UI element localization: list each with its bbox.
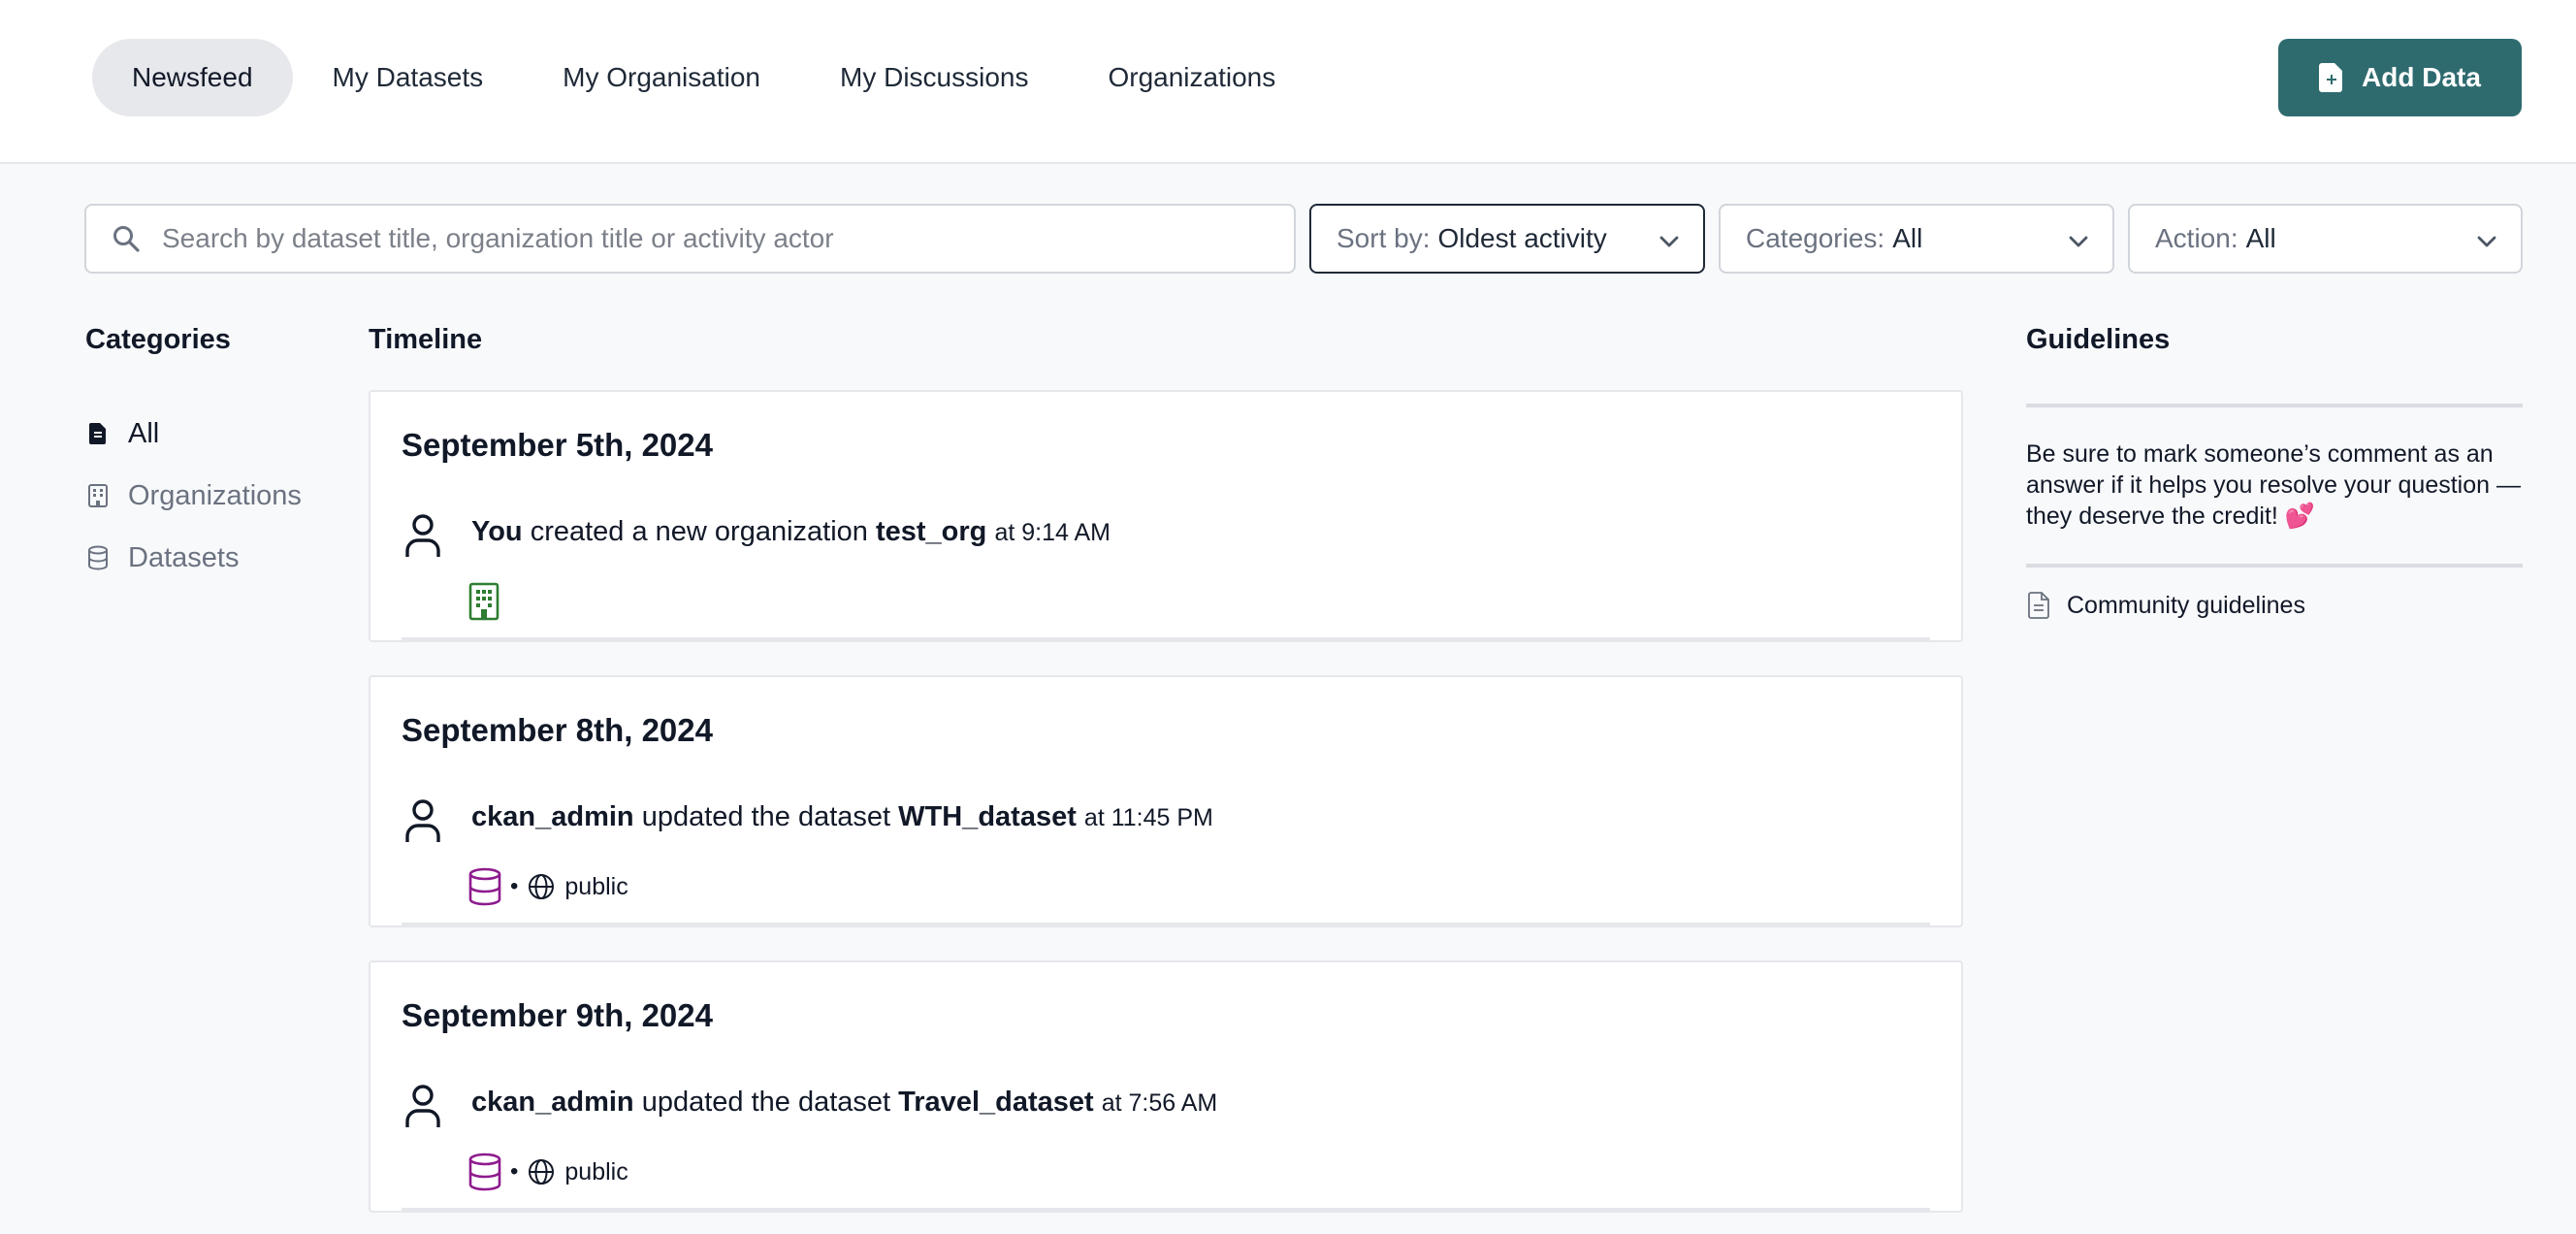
timeline-card: September 5th, 2024 You created a new or… — [369, 390, 1963, 642]
globe-icon — [529, 874, 555, 899]
category-list: All Organizations Datasets — [85, 403, 302, 589]
category-organizations[interactable]: Organizations — [85, 465, 302, 527]
chevron-down-icon — [1659, 236, 1679, 247]
guidelines-divider — [2026, 404, 2523, 407]
nav-tab-my-organisation[interactable]: My Organisation — [523, 39, 800, 116]
search-icon — [113, 226, 140, 252]
file-plus-icon — [2319, 63, 2343, 92]
main-nav: Newsfeed My Datasets My Organisation My … — [92, 39, 1315, 116]
community-guidelines-link[interactable]: Community guidelines — [2028, 591, 2305, 620]
dataset-icon — [468, 867, 501, 906]
sort-dropdown[interactable]: Sort by: Oldest activity — [1309, 204, 1705, 274]
sort-value: Oldest activity — [1437, 223, 1607, 253]
timeline-card: September 8th, 2024 ckan_admin updated t… — [369, 675, 1963, 927]
action-key: Action: — [2155, 223, 2238, 253]
document-icon — [2028, 592, 2049, 619]
activity-meta: • public — [467, 867, 628, 906]
activity-line: ckan_admin updated the dataset Travel_da… — [471, 1087, 1217, 1119]
timeline-date: September 5th, 2024 — [402, 427, 713, 463]
dataset-icon — [468, 1153, 501, 1191]
activity-verb: updated the dataset — [641, 801, 891, 832]
timeline-card: September 9th, 2024 ckan_admin updated t… — [369, 960, 1963, 1213]
activity-time: at 11:45 PM — [1083, 804, 1213, 831]
activity-meta: • public — [467, 1153, 628, 1191]
activity-verb: created a new organization — [530, 516, 868, 547]
sort-key: Sort by: — [1336, 223, 1431, 253]
timeline-heading: Timeline — [369, 324, 483, 355]
search-input[interactable] — [162, 223, 1277, 254]
category-all[interactable]: All — [85, 403, 302, 465]
card-divider — [402, 923, 1930, 926]
timeline-date: September 9th, 2024 — [402, 997, 713, 1033]
activity-meta — [467, 582, 500, 621]
meta-bullet: • — [510, 1158, 519, 1185]
timeline-date: September 8th, 2024 — [402, 712, 713, 748]
action-value: All — [2245, 223, 2276, 253]
activity-object[interactable]: test_org — [876, 516, 986, 547]
activity-time: at 7:56 AM — [1101, 1089, 1218, 1117]
user-icon — [405, 1085, 440, 1127]
visibility-label: public — [564, 872, 628, 900]
guidelines-heading: Guidelines — [2026, 324, 2171, 355]
activity-object[interactable]: Travel_dataset — [898, 1087, 1094, 1118]
activity-verb: updated the dataset — [641, 1087, 891, 1118]
categories-dropdown[interactable]: Categories: All — [1719, 204, 2114, 274]
category-label: All — [128, 417, 160, 449]
activity-line: ckan_admin updated the dataset WTH_datas… — [471, 801, 1213, 833]
guidelines-text: Be sure to mark someone’s comment as an … — [2026, 440, 2521, 530]
user-icon — [405, 514, 440, 557]
category-label: Organizations — [128, 479, 302, 511]
search-box — [84, 204, 1296, 274]
meta-bullet: • — [510, 873, 519, 899]
activity-line: You created a new organization test_org … — [471, 516, 1111, 548]
user-icon — [405, 799, 440, 842]
organization-icon — [468, 582, 499, 621]
card-divider — [402, 1208, 1930, 1211]
action-dropdown[interactable]: Action: All — [2128, 204, 2523, 274]
category-label: Datasets — [128, 541, 240, 573]
building-icon — [88, 484, 108, 507]
add-data-button[interactable]: Add Data — [2278, 39, 2522, 116]
categories-value: All — [1892, 223, 1923, 253]
categories-heading: Categories — [85, 324, 231, 355]
activity-actor[interactable]: ckan_admin — [471, 801, 634, 832]
nav-tab-newsfeed[interactable]: Newsfeed — [92, 39, 293, 116]
category-datasets[interactable]: Datasets — [85, 527, 302, 589]
activity-object[interactable]: WTH_dataset — [898, 801, 1077, 832]
chevron-down-icon — [2069, 236, 2088, 247]
nav-tab-my-datasets[interactable]: My Datasets — [293, 39, 524, 116]
nav-tab-organizations[interactable]: Organizations — [1068, 39, 1315, 116]
categories-key: Categories: — [1746, 223, 1885, 253]
file-icon — [89, 423, 106, 444]
activity-actor[interactable]: You — [471, 516, 523, 547]
globe-icon — [529, 1159, 555, 1185]
card-divider — [402, 637, 1930, 640]
chevron-down-icon — [2477, 236, 2496, 247]
activity-actor[interactable]: ckan_admin — [471, 1087, 634, 1118]
top-navigation-bar: Newsfeed My Datasets My Organisation My … — [0, 0, 2576, 164]
add-data-label: Add Data — [2362, 62, 2481, 92]
guidelines-divider — [2026, 564, 2523, 568]
database-icon — [88, 545, 108, 570]
activity-time: at 9:14 AM — [994, 519, 1111, 546]
visibility-label: public — [564, 1157, 628, 1185]
community-guidelines-label: Community guidelines — [2067, 591, 2305, 619]
nav-tab-my-discussions[interactable]: My Discussions — [800, 39, 1068, 116]
